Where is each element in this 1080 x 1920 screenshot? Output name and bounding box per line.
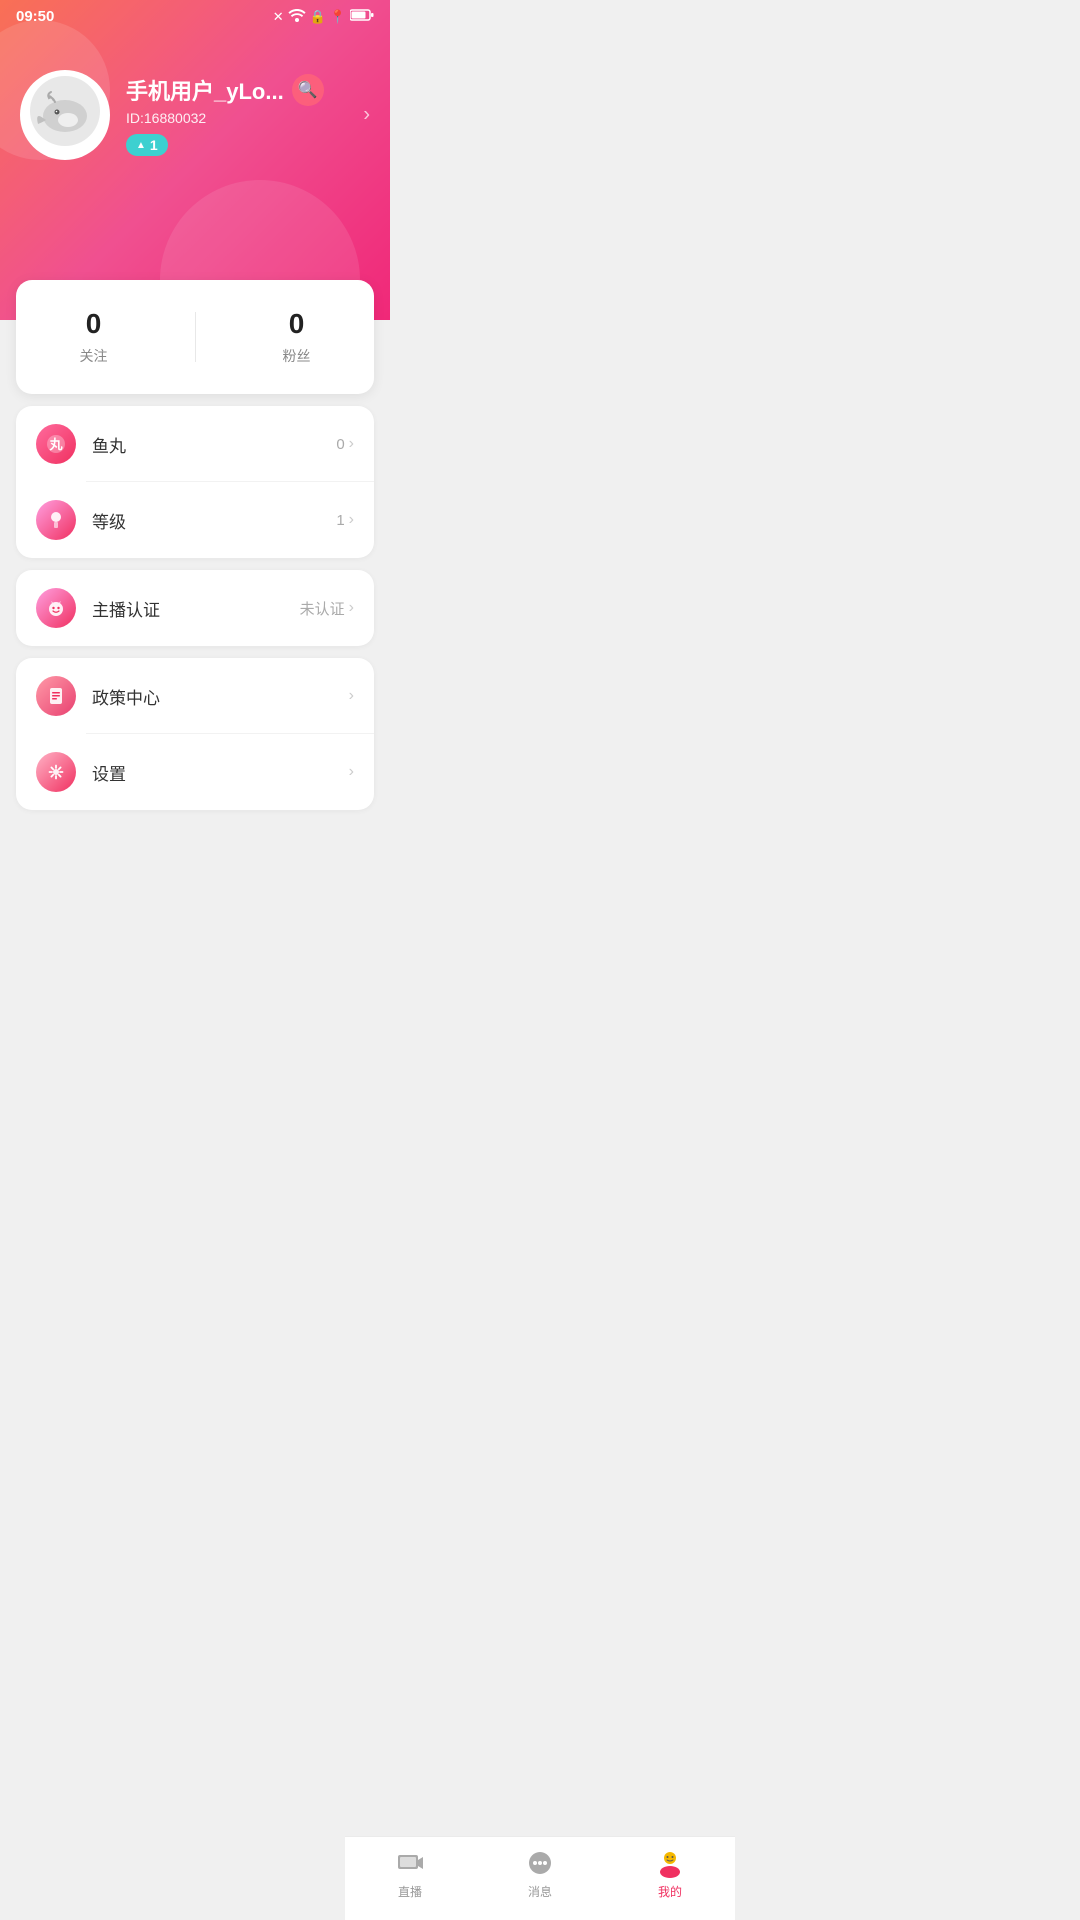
- app-container: 09:50 ✕ 🔒 📍: [0, 0, 390, 902]
- profile-banner: 09:50 ✕ 🔒 📍: [0, 0, 390, 320]
- yuwan-value: 0: [336, 436, 344, 453]
- location-icon: 📍: [330, 9, 346, 25]
- search-icon: 🔍: [298, 80, 318, 100]
- stat-divider: [195, 312, 196, 362]
- anchor-label: 主播认证: [92, 596, 300, 621]
- yuwan-label: 鱼丸: [92, 432, 336, 457]
- menu-card-3: 政策中心 › 设置 ›: [16, 658, 374, 810]
- nav-live-label: 直播: [398, 1883, 422, 1900]
- profile-arrow-icon[interactable]: ›: [363, 104, 370, 127]
- profile-name-row: 手机用户_yLo... 🔍: [126, 74, 370, 106]
- anchor-arrow-icon: ›: [349, 599, 354, 617]
- stat-following[interactable]: 0 关注: [80, 308, 108, 366]
- level-arrow-icon: ›: [349, 511, 354, 529]
- nav-item-message[interactable]: 消息: [475, 1847, 605, 1900]
- status-time: 09:50: [16, 8, 54, 25]
- followers-count: 0: [289, 308, 305, 340]
- mine-icon: [654, 1847, 686, 1879]
- message-icon: [524, 1847, 556, 1879]
- menu-item-yuwan[interactable]: 丸 鱼丸 0 ›: [16, 406, 374, 482]
- status-icons: ✕ 🔒 📍: [273, 8, 374, 25]
- menu-item-anchor[interactable]: 主播认证 未认证 ›: [16, 570, 374, 646]
- level-badge[interactable]: ▲ 1: [126, 134, 168, 156]
- svg-text:丸: 丸: [48, 437, 63, 452]
- level-label: 等级: [92, 508, 336, 533]
- settings-label: 设置: [92, 760, 345, 785]
- profile-row: 手机用户_yLo... 🔍 ID:16880032 ▲ 1 ›: [20, 70, 370, 160]
- level-number: 1: [150, 137, 158, 153]
- stats-card: 0 关注 0 粉丝: [16, 280, 374, 394]
- avatar-image: [30, 76, 100, 155]
- yuwan-arrow-icon: ›: [349, 435, 354, 453]
- menu-item-level[interactable]: 等级 1 ›: [16, 482, 374, 558]
- level-triangle-icon: ▲: [136, 140, 146, 151]
- wifi-icon: [288, 8, 306, 25]
- stat-followers[interactable]: 0 粉丝: [283, 308, 311, 366]
- policy-label: 政策中心: [92, 684, 345, 709]
- profile-info: 手机用户_yLo... 🔍 ID:16880032 ▲ 1: [126, 74, 370, 156]
- yuwan-icon: 丸: [36, 424, 76, 464]
- bottom-nav: 直播 消息: [345, 1836, 735, 1920]
- close-icon: ✕: [273, 9, 284, 25]
- nav-mine-label: 我的: [658, 1883, 682, 1900]
- followers-label: 粉丝: [283, 346, 311, 366]
- following-label: 关注: [80, 346, 108, 366]
- profile-name: 手机用户_yLo...: [126, 74, 284, 106]
- search-button[interactable]: 🔍: [292, 74, 324, 106]
- nav-item-live[interactable]: 直播: [345, 1847, 475, 1900]
- nav-item-mine[interactable]: 我的: [605, 1847, 735, 1900]
- profile-id: ID:16880032: [126, 110, 370, 126]
- main-content: 0 关注 0 粉丝 丸 鱼丸 0 ›: [0, 280, 390, 902]
- menu-item-settings[interactable]: 设置 ›: [16, 734, 374, 810]
- settings-arrow-icon: ›: [349, 763, 354, 781]
- anchor-icon: [36, 588, 76, 628]
- following-count: 0: [86, 308, 102, 340]
- lock-icon: 🔒: [310, 9, 326, 25]
- menu-card-1: 丸 鱼丸 0 › 等级 1 ›: [16, 406, 374, 558]
- battery-icon: [350, 8, 374, 25]
- nav-message-label: 消息: [528, 1883, 552, 1900]
- anchor-value: 未认证: [300, 598, 345, 619]
- policy-icon: [36, 676, 76, 716]
- level-value: 1: [336, 512, 344, 529]
- level-icon: [36, 500, 76, 540]
- status-bar: 09:50 ✕ 🔒 📍: [0, 0, 390, 29]
- settings-icon-wrap: [36, 752, 76, 792]
- policy-arrow-icon: ›: [349, 687, 354, 705]
- avatar[interactable]: [20, 70, 110, 160]
- live-icon: [394, 1847, 426, 1879]
- menu-item-policy[interactable]: 政策中心 ›: [16, 658, 374, 734]
- menu-card-2: 主播认证 未认证 ›: [16, 570, 374, 646]
